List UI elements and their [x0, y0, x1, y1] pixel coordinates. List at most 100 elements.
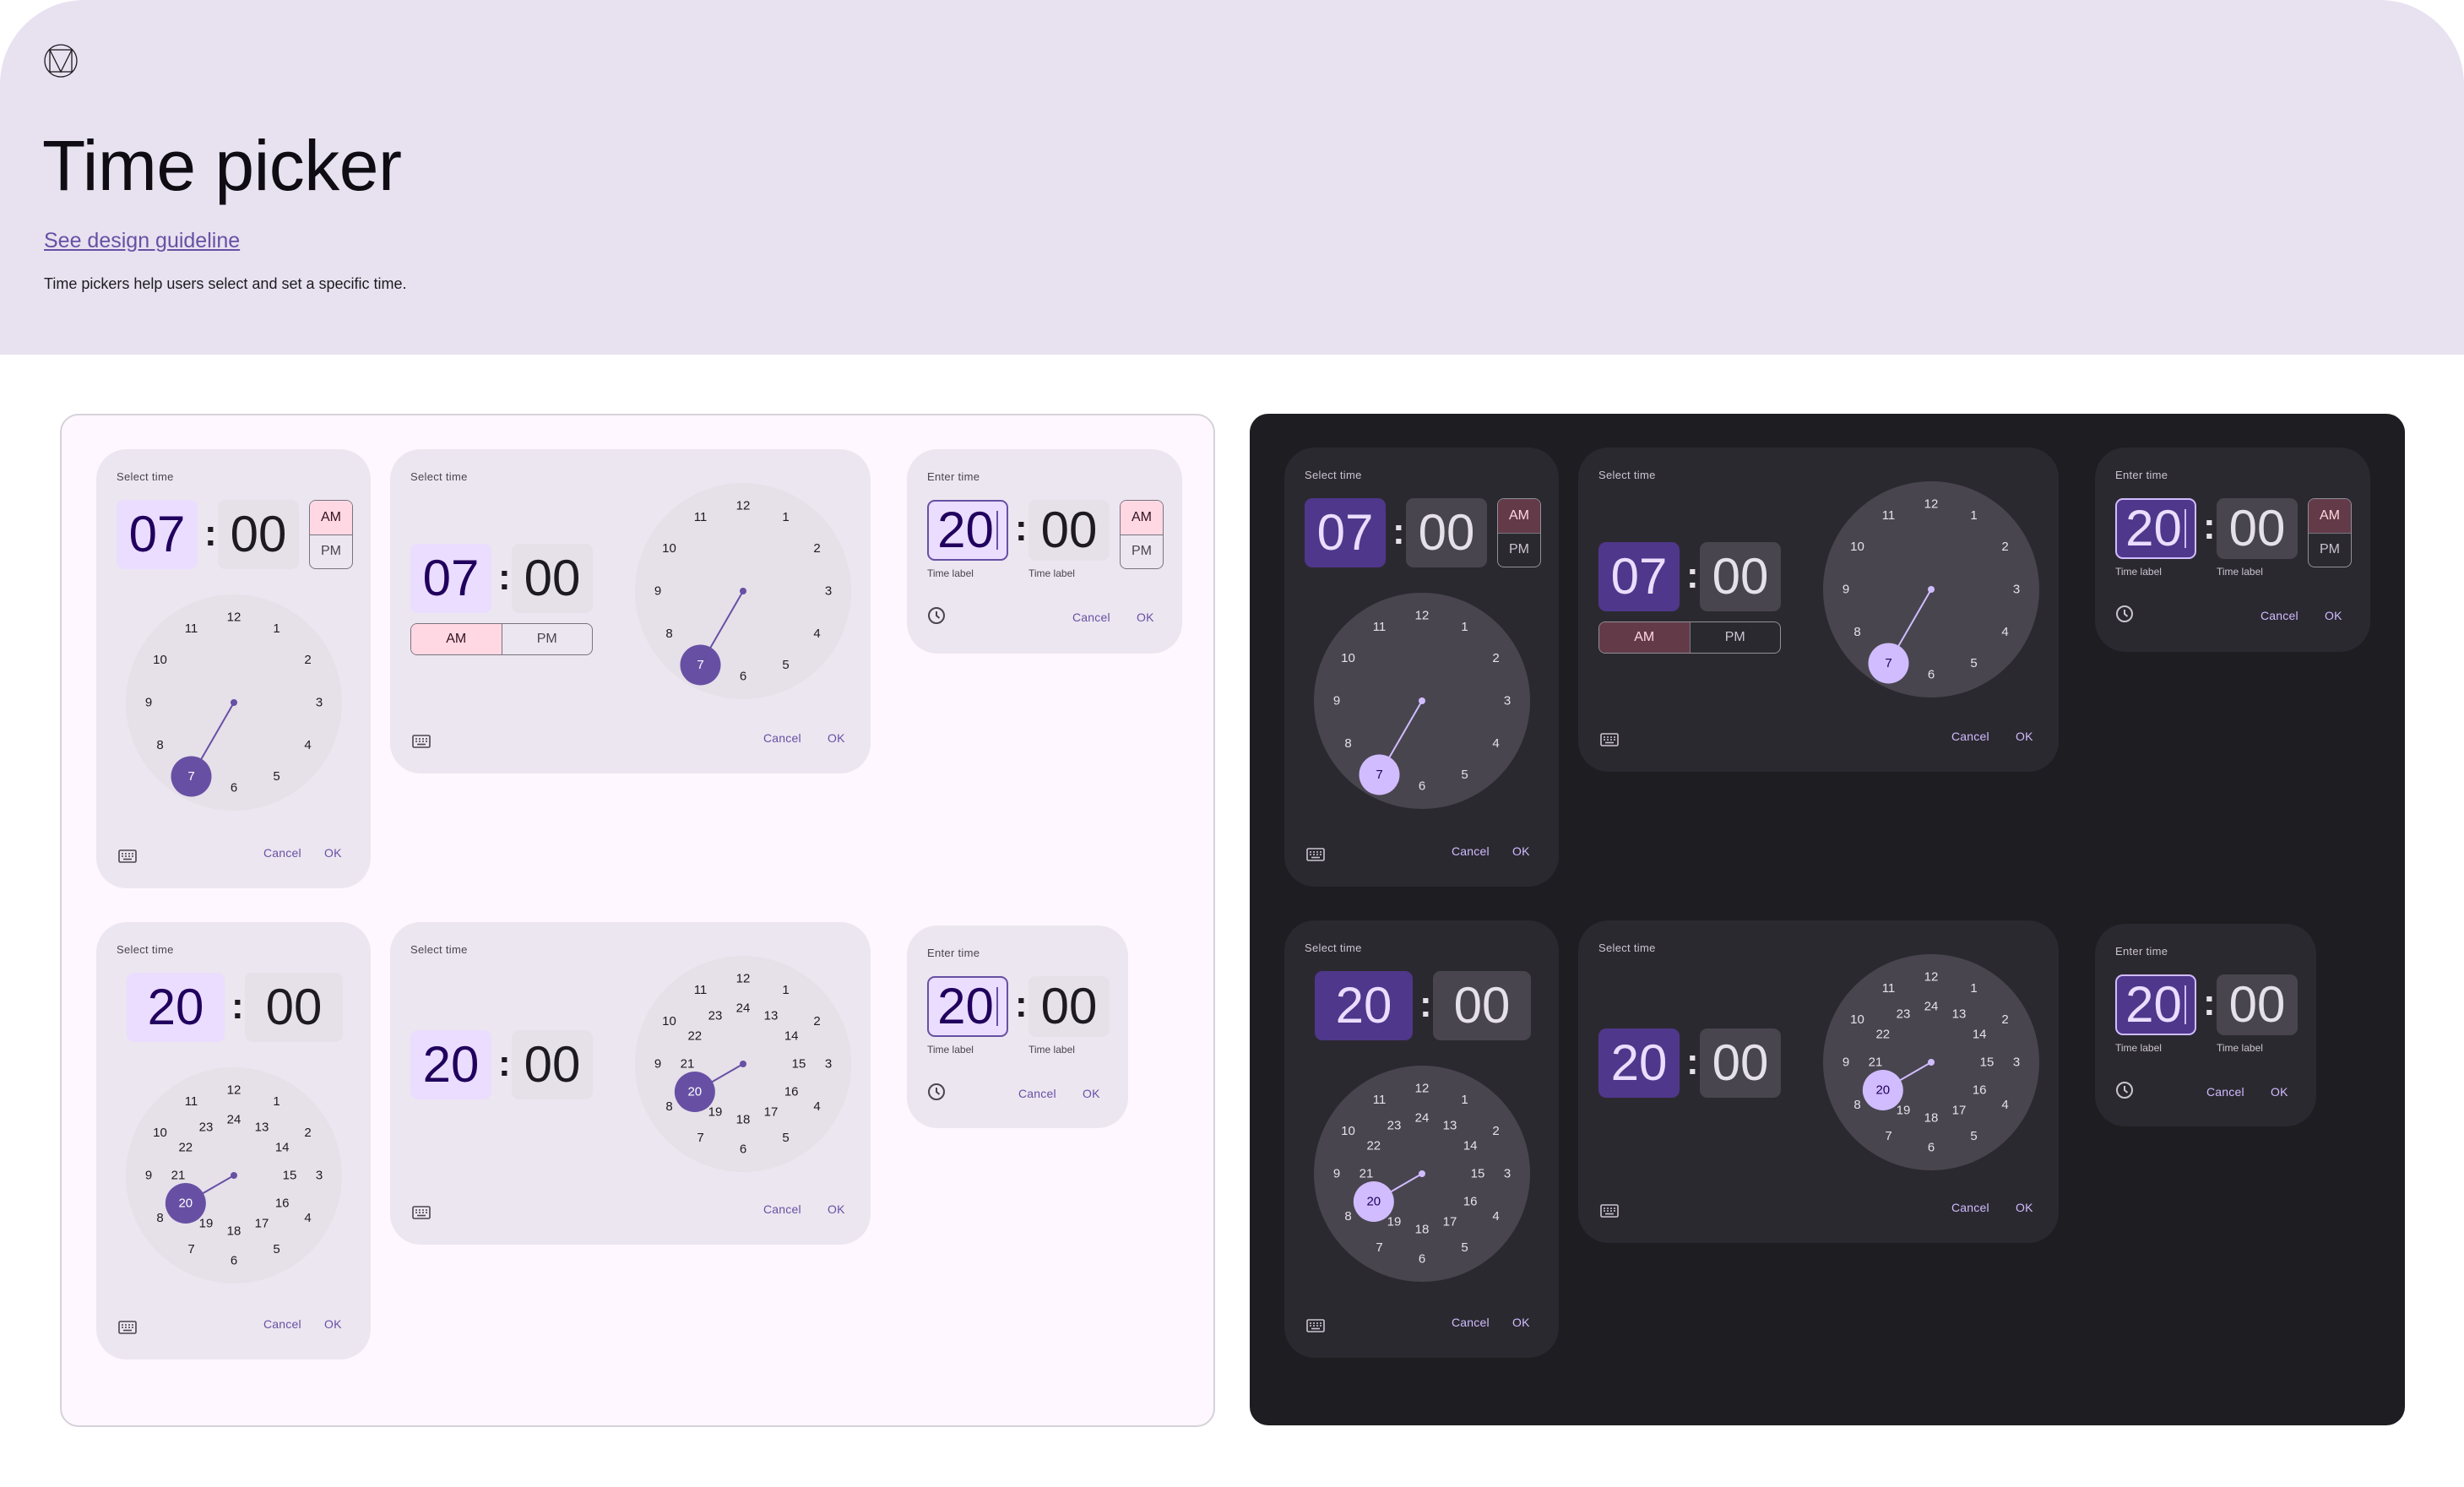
dial-number[interactable]: 2 [1492, 1124, 1499, 1138]
dial-toggle-button[interactable] [925, 1081, 947, 1103]
dial-number[interactable]: 4 [2001, 1098, 2008, 1112]
hour-input[interactable]: 20 [2115, 974, 2196, 1035]
dial-number[interactable]: 9 [145, 696, 152, 710]
dial-number[interactable]: 7 [697, 658, 703, 672]
dial-number[interactable]: 1 [1461, 1093, 1468, 1107]
dial-number[interactable]: 9 [1333, 694, 1340, 708]
dial-number[interactable]: 1 [1461, 620, 1468, 634]
dial-number[interactable]: 18 [1924, 1111, 1939, 1126]
clock-dial[interactable]: 12 1 2 3 4 5 6 7 8 9 10 11 [126, 594, 342, 811]
dial-number[interactable]: 3 [2013, 1056, 2020, 1070]
dial-number[interactable]: 9 [1333, 1167, 1340, 1181]
clock-dial[interactable]: 12 1 2 3 4 5 6 7 8 9 10 11 24 13 14 15 16 17 18 19 20 21 22 23 [1823, 954, 2039, 1170]
dial-number[interactable]: 10 [153, 653, 167, 667]
clock-face[interactable]: 121234567891011 [1823, 481, 2039, 697]
clock-face[interactable]: 121234567891011 [635, 483, 851, 699]
design-guideline-link[interactable]: See design guideline [44, 228, 240, 253]
clock-face[interactable]: 121234567891011 [1314, 593, 1530, 809]
dial-number[interactable]: 4 [813, 627, 820, 641]
dial-toggle-button[interactable] [2114, 603, 2136, 625]
dial-number[interactable]: 17 [764, 1105, 779, 1120]
dial-number[interactable]: 8 [1853, 625, 1860, 639]
pm-toggle[interactable]: PM [1498, 532, 1540, 567]
dial-number[interactable]: 14 [784, 1029, 799, 1044]
dial-number[interactable]: 4 [2001, 625, 2008, 639]
dial-number[interactable]: 2 [304, 1126, 311, 1140]
dial-number[interactable]: 6 [1928, 1141, 1935, 1155]
dial-number[interactable]: 6 [231, 1254, 237, 1268]
dial-number[interactable]: 23 [1897, 1007, 1911, 1021]
dial-number[interactable]: 2 [813, 1014, 820, 1028]
dial-number[interactable]: 12 [227, 611, 242, 625]
minute-input[interactable]: 00 [2217, 974, 2298, 1035]
dial-number[interactable]: 23 [199, 1120, 214, 1134]
dial-number[interactable]: 15 [792, 1057, 806, 1072]
ok-button[interactable]: OK [1512, 1316, 1530, 1329]
pm-toggle[interactable]: PM [2309, 532, 2351, 567]
dial-number[interactable]: 2 [304, 653, 311, 667]
hour-field[interactable]: 20 [410, 1030, 491, 1099]
dial-number[interactable]: 2 [813, 541, 820, 556]
dial-number[interactable]: 1 [1970, 981, 1977, 996]
dial-number[interactable]: 11 [694, 510, 708, 524]
dial-number[interactable]: 11 [185, 621, 198, 636]
dial-number[interactable]: 1 [273, 621, 280, 636]
dial-number[interactable]: 9 [145, 1169, 152, 1183]
ok-button[interactable]: OK [1137, 611, 1154, 624]
am-toggle[interactable]: AM [1498, 499, 1540, 533]
dial-number[interactable]: 7 [187, 769, 194, 784]
dial-number[interactable]: 8 [1853, 1098, 1860, 1112]
dial-toggle-button[interactable] [925, 605, 947, 627]
minute-field[interactable]: 00 [1433, 971, 1531, 1040]
minute-field[interactable]: 00 [245, 973, 343, 1042]
dial-number[interactable]: 18 [736, 1113, 751, 1127]
dial-number[interactable]: 3 [825, 1057, 832, 1072]
dial-number[interactable]: 4 [304, 1211, 311, 1225]
dial-number[interactable]: 4 [304, 738, 311, 752]
cancel-button[interactable]: Cancel [1452, 844, 1490, 858]
clock-face[interactable]: 121234567891011241314151617181920212223 [635, 956, 851, 1172]
dial-number[interactable]: 10 [662, 541, 676, 556]
dial-number[interactable]: 1 [782, 510, 789, 524]
dial-number[interactable]: 12 [1415, 609, 1430, 623]
dial-number[interactable]: 6 [740, 670, 746, 684]
cancel-button[interactable]: Cancel [2206, 1085, 2244, 1099]
keyboard-toggle-button[interactable] [1305, 1315, 1327, 1337]
pm-toggle[interactable]: PM [310, 534, 352, 569]
dial-number[interactable]: 19 [199, 1217, 214, 1231]
dial-number[interactable]: 18 [227, 1224, 242, 1239]
dial-number[interactable]: 11 [1882, 981, 1896, 996]
dial-number[interactable]: 9 [1843, 583, 1849, 597]
clock-dial[interactable]: 12 1 2 3 4 5 6 7 8 9 10 11 24 13 14 15 16 17 18 19 20 21 22 23 [1314, 1066, 1530, 1282]
hour-input[interactable]: 20 [927, 500, 1008, 561]
clock-face[interactable]: 121234567891011241314151617181920212223 [126, 1067, 342, 1283]
hour-field[interactable]: 07 [1598, 542, 1680, 611]
am-toggle[interactable]: AM [2309, 499, 2351, 533]
dial-number[interactable]: 21 [171, 1169, 186, 1183]
hour-field[interactable]: 20 [1598, 1028, 1680, 1098]
dial-number[interactable]: 2 [2001, 1012, 2008, 1027]
dial-number[interactable]: 6 [1928, 668, 1935, 682]
clock-dial[interactable]: 12 1 2 3 4 5 6 7 8 9 10 11 24 13 14 15 16 17 18 19 20 21 22 23 [126, 1067, 342, 1283]
dial-number[interactable]: 5 [1461, 1240, 1468, 1255]
dial-number[interactable]: 3 [1504, 694, 1511, 708]
dial-number[interactable]: 10 [1850, 1012, 1864, 1027]
dial-number[interactable]: 12 [1924, 497, 1939, 512]
dial-number[interactable]: 22 [1875, 1028, 1890, 1042]
dial-number[interactable]: 19 [708, 1105, 723, 1120]
dial-number[interactable]: 6 [740, 1142, 746, 1157]
dial-number[interactable]: 18 [1415, 1223, 1430, 1237]
hour-field[interactable]: 20 [1315, 971, 1413, 1040]
minute-field[interactable]: 00 [1406, 498, 1487, 567]
dial-number[interactable]: 23 [1387, 1118, 1402, 1132]
dial-number[interactable]: 8 [156, 738, 163, 752]
hour-field[interactable]: 20 [127, 973, 225, 1042]
dial-number[interactable]: 11 [694, 983, 708, 997]
dial-number[interactable]: 22 [687, 1029, 702, 1044]
dial-number[interactable]: 23 [708, 1008, 723, 1023]
dial-number[interactable]: 5 [273, 1242, 280, 1256]
dial-number[interactable]: 8 [665, 1099, 672, 1114]
clock-dial[interactable]: 12 1 2 3 4 5 6 7 8 9 10 11 [635, 483, 851, 699]
cancel-button[interactable]: Cancel [1951, 730, 1989, 743]
dial-number[interactable]: 7 [1885, 656, 1891, 670]
